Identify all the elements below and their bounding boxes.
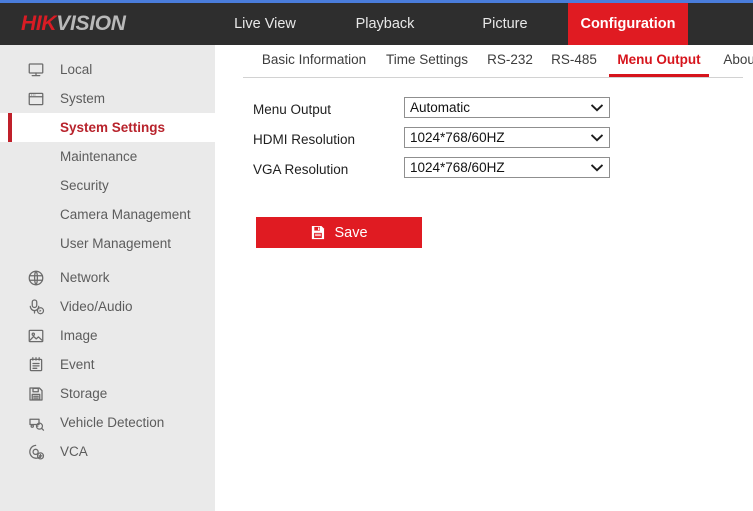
- chevron-down-icon: [590, 158, 604, 177]
- sidebar-item-storage[interactable]: Storage: [0, 379, 215, 408]
- window-icon: [26, 89, 46, 109]
- hdmi-resolution-value: 1024*768/60HZ: [410, 128, 505, 147]
- sidebar-item-label: VCA: [60, 444, 88, 459]
- vga-resolution-label: VGA Resolution: [253, 162, 348, 177]
- nav-item-configuration[interactable]: Configuration: [568, 3, 688, 45]
- main-content: Basic InformationTime SettingsRS-232RS-4…: [215, 45, 753, 511]
- picture-icon: [26, 326, 46, 346]
- globe-icon: [26, 268, 46, 288]
- sidebar-item-system[interactable]: System: [0, 84, 215, 113]
- tab-time-settings[interactable]: Time Settings: [379, 45, 475, 77]
- menu-output-value: Automatic: [410, 98, 470, 117]
- nav-item-live-view[interactable]: Live View: [210, 3, 320, 45]
- sidebar-item-label: Security: [60, 178, 109, 193]
- sidebar-item-label: Camera Management: [60, 207, 191, 222]
- sidebar-item-user-management[interactable]: User Management: [0, 229, 215, 258]
- nav-item-picture[interactable]: Picture: [455, 3, 555, 45]
- sidebar-item-label: Local: [60, 62, 92, 77]
- sidebar-item-label: Image: [60, 328, 98, 343]
- sidebar-item-label: Network: [60, 270, 110, 285]
- sidebar-item-network[interactable]: Network: [0, 263, 215, 292]
- vca-icon: [26, 442, 46, 462]
- sidebar-item-vca[interactable]: VCA: [0, 437, 215, 466]
- vga-resolution-value: 1024*768/60HZ: [410, 158, 505, 177]
- chevron-down-icon: [590, 128, 604, 147]
- tab-about[interactable]: About: [715, 45, 753, 77]
- sidebar-item-label: Maintenance: [60, 149, 137, 164]
- sidebar-item-local[interactable]: Local: [0, 55, 215, 84]
- sidebar-item-image[interactable]: Image: [0, 321, 215, 350]
- vga-resolution-select[interactable]: 1024*768/60HZ: [404, 157, 610, 178]
- sidebar-item-label: Storage: [60, 386, 107, 401]
- app-header: HIKVISION Live ViewPlayback Picture Config…: [0, 3, 753, 45]
- hikvision-logo: HIKVISION: [21, 13, 126, 35]
- sidebar-item-video-audio[interactable]: Video/Audio: [0, 292, 215, 321]
- monitor-icon: [26, 60, 46, 80]
- sidebar-item-system-settings[interactable]: System Settings: [0, 113, 215, 142]
- calendar-icon: [26, 355, 46, 375]
- hikvision-config-page: HIKVISION Live ViewPlayback Picture Config…: [0, 0, 753, 511]
- vehicle-search-icon: [26, 413, 46, 433]
- floppy-icon: [26, 384, 46, 404]
- microphone-icon: [26, 297, 46, 317]
- tab-rs-485[interactable]: RS-485: [545, 45, 603, 77]
- sidebar-top-spacer: [0, 45, 215, 55]
- sidebar-item-label: User Management: [60, 236, 171, 251]
- menu-output-select[interactable]: Automatic: [404, 97, 610, 118]
- sidebar-item-label: Event: [60, 357, 95, 372]
- sidebar-item-camera-management[interactable]: Camera Management: [0, 200, 215, 229]
- sidebar-item-label: Vehicle Detection: [60, 415, 164, 430]
- save-button-label: Save: [334, 225, 367, 241]
- sidebar-item-vehicle-detection[interactable]: Vehicle Detection: [0, 408, 215, 437]
- tab-menu-output[interactable]: Menu Output: [609, 45, 709, 77]
- tab-basic-information[interactable]: Basic Information: [257, 45, 371, 77]
- hdmi-resolution-select[interactable]: 1024*768/60HZ: [404, 127, 610, 148]
- floppy-disk-icon: [310, 225, 325, 240]
- nav-item-playback[interactable]: Playback: [330, 3, 440, 45]
- logo-hik-text: HIK: [21, 12, 56, 35]
- chevron-down-icon: [590, 98, 604, 117]
- sidebar-item-maintenance[interactable]: Maintenance: [0, 142, 215, 171]
- save-button[interactable]: Save: [256, 217, 422, 248]
- logo-vision-text: VISION: [56, 12, 125, 35]
- sidebar-item-label: Video/Audio: [60, 299, 133, 314]
- tab-rs-232[interactable]: RS-232: [481, 45, 539, 77]
- sidebar-item-label: System Settings: [60, 120, 165, 135]
- menu-output-label: Menu Output: [253, 102, 331, 117]
- tab-bar: Basic InformationTime SettingsRS-232RS-4…: [243, 45, 743, 78]
- sidebar-nav: Local System System Settings Maintenance Sec…: [0, 45, 215, 511]
- sidebar-item-label: System: [60, 91, 105, 106]
- sidebar-item-security[interactable]: Security: [0, 171, 215, 200]
- sidebar-item-event[interactable]: Event: [0, 350, 215, 379]
- hdmi-resolution-label: HDMI Resolution: [253, 132, 355, 147]
